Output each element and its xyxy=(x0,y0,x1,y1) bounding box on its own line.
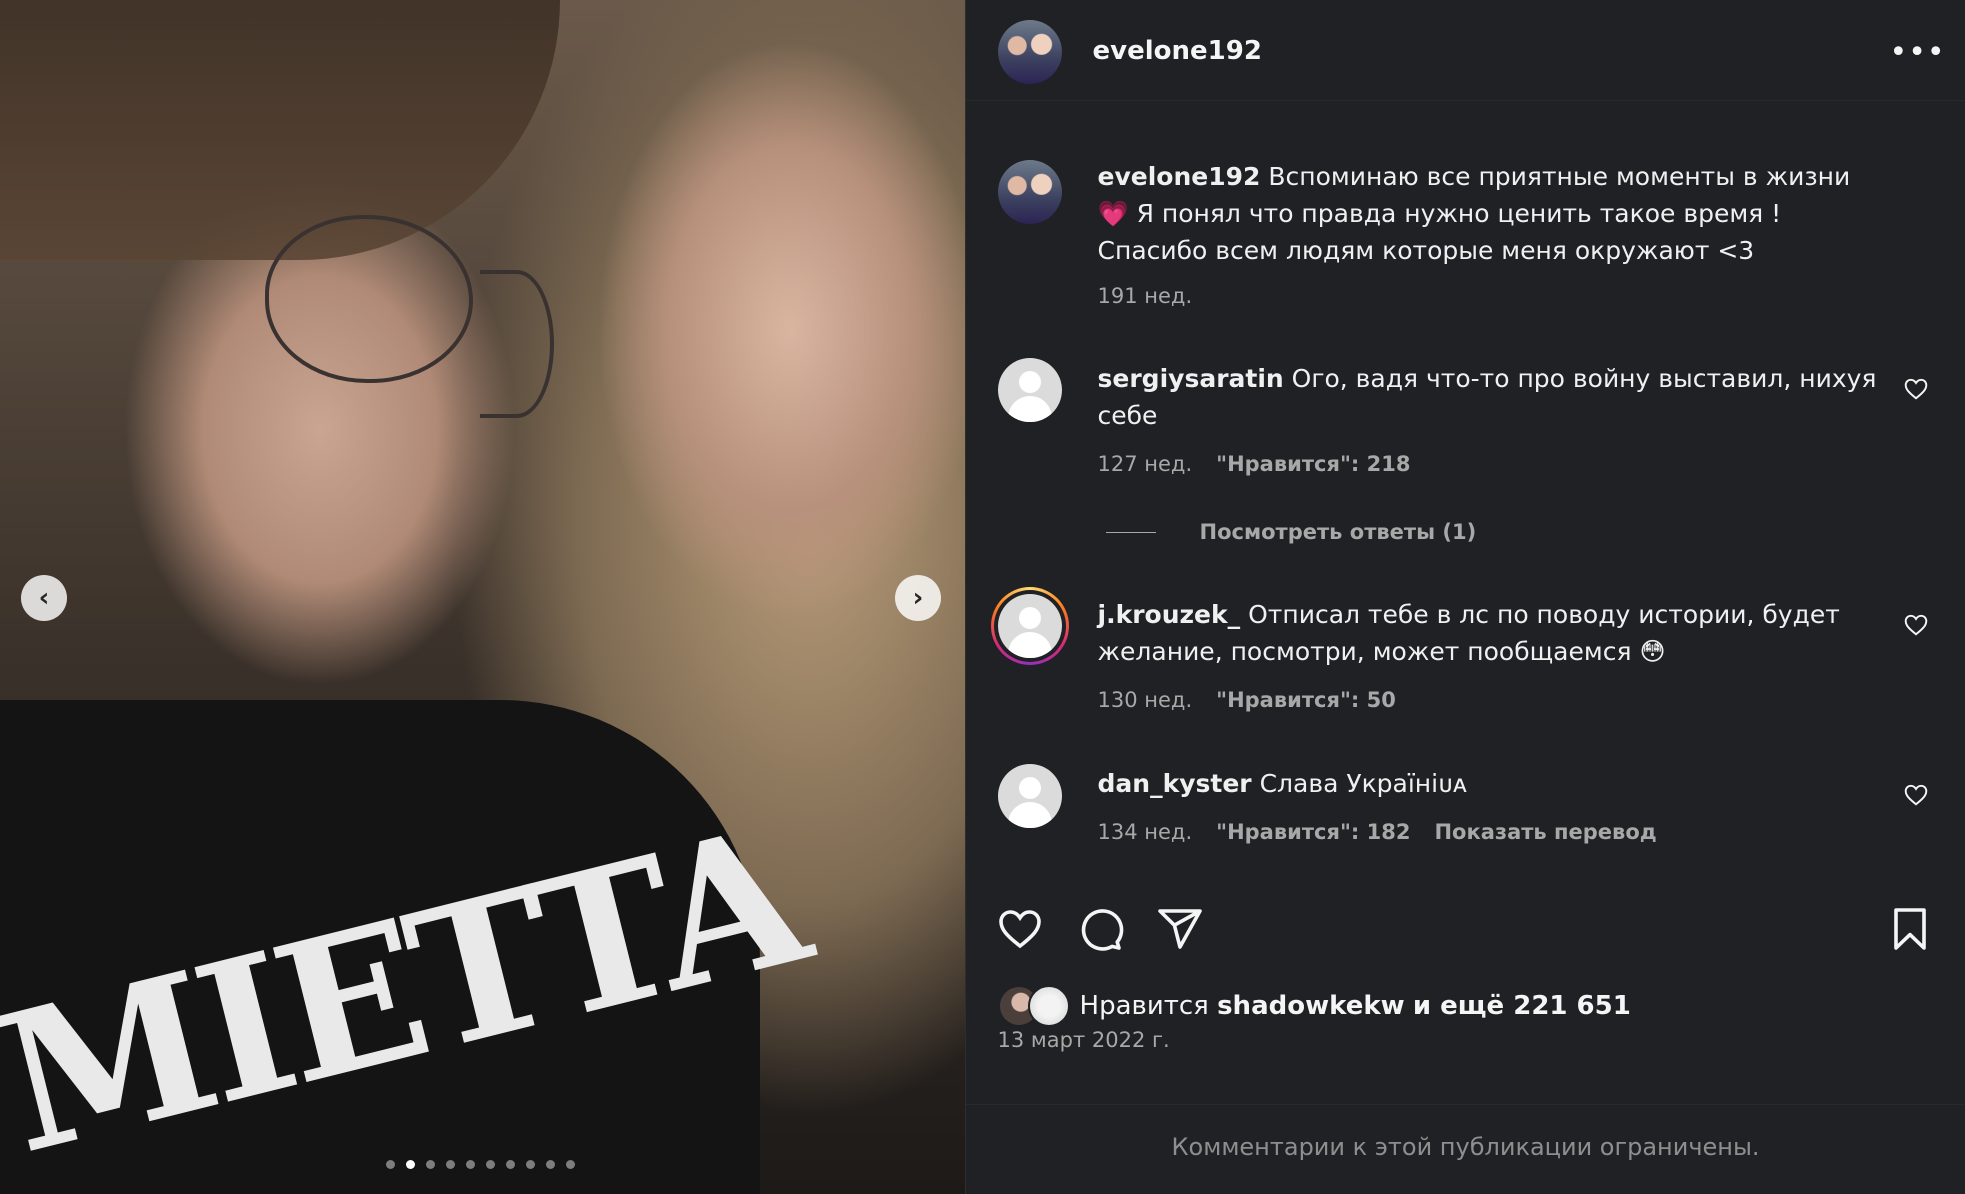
photo-glasses-right xyxy=(480,270,554,418)
view-replies-button[interactable]: Посмотреть ответы (1) xyxy=(1105,520,1477,544)
comment: sergiysaratin Ого, вадя что-то про войну… xyxy=(1098,360,1888,434)
comment-age[interactable]: 127 нед. xyxy=(1098,452,1193,476)
post-viewer: MIETTA ‹ › evelone192 ••• evelone192 Всп… xyxy=(0,0,1965,1194)
comment-age[interactable]: 130 нед. xyxy=(1098,688,1193,712)
commenter-avatar[interactable] xyxy=(997,358,1062,422)
like-heart-icon[interactable] xyxy=(996,905,1044,953)
footer-divider xyxy=(965,1104,1965,1105)
carousel-dot xyxy=(486,1160,495,1169)
comment-icon[interactable] xyxy=(1076,905,1124,953)
likes-text[interactable]: Нравится shadowkekw и ещё 221 651 xyxy=(1080,991,1631,1021)
likes-summary: Нравится shadowkekw и ещё 221 651 xyxy=(997,985,1631,1027)
caption-avatar[interactable] xyxy=(997,160,1062,224)
carousel-prev-button[interactable]: ‹ xyxy=(21,575,67,621)
carousel-dot xyxy=(446,1160,455,1169)
comment-age[interactable]: 134 нед. xyxy=(1098,820,1193,844)
photo-hair-left xyxy=(0,0,560,260)
comment-username[interactable]: dan_kyster xyxy=(1098,769,1252,798)
heart-outline-icon[interactable] xyxy=(1903,782,1929,808)
carousel-dot xyxy=(546,1160,555,1169)
comment-meta: 130 нед. "Нравится": 50 xyxy=(1098,688,1396,712)
view-replies-label: Посмотреть ответы (1) xyxy=(1199,520,1477,544)
side-panel: evelone192 ••• evelone192 Вспоминаю все … xyxy=(964,0,1965,1194)
comment-likes[interactable]: "Нравится": 50 xyxy=(1216,688,1396,712)
comment-likes[interactable]: "Нравится": 182 xyxy=(1216,820,1410,844)
comment: j.krouzek_ Отписал тебе в лс по поводу и… xyxy=(1098,596,1888,670)
comment: dan_kyster Слава Україніᴜᴀ xyxy=(1098,765,1888,802)
caption-age: 191 нед. xyxy=(1097,284,1193,308)
carousel-dot xyxy=(466,1160,475,1169)
header-divider xyxy=(965,100,1965,101)
carousel-dot xyxy=(406,1160,415,1169)
likes-count[interactable]: и ещё 221 651 xyxy=(1413,991,1631,1021)
bookmark-icon[interactable] xyxy=(1886,905,1934,953)
comment-likes[interactable]: "Нравится": 218 xyxy=(1216,452,1410,476)
comment-text: Слава Україніᴜᴀ xyxy=(1259,769,1468,798)
show-translation-button[interactable]: Показать перевод xyxy=(1434,820,1656,844)
liker-avatar[interactable] xyxy=(1027,985,1070,1027)
heart-outline-icon[interactable] xyxy=(1903,612,1929,638)
more-options-icon[interactable]: ••• xyxy=(1890,38,1946,68)
share-icon[interactable] xyxy=(1156,905,1204,953)
comment-meta: 127 нед. "Нравится": 218 xyxy=(1098,452,1411,476)
post-caption: evelone192 Вспоминаю все приятные момент… xyxy=(1098,158,1888,269)
caption-username[interactable]: evelone192 xyxy=(1098,162,1261,191)
carousel-dot xyxy=(566,1160,575,1169)
carousel-dot xyxy=(506,1160,515,1169)
comments-restricted-notice: Комментарии к этой публикации ограничены… xyxy=(1171,1133,1760,1161)
likes-prefix: Нравится xyxy=(1079,991,1209,1021)
photo-glasses xyxy=(265,215,473,383)
caption-meta: 191 нед. xyxy=(1098,284,1193,308)
carousel-dot xyxy=(426,1160,435,1169)
story-ring[interactable] xyxy=(990,587,1069,665)
post-media[interactable]: MIETTA ‹ › xyxy=(0,0,965,1194)
carousel-dot xyxy=(386,1160,395,1169)
heart-outline-icon[interactable] xyxy=(1903,376,1929,402)
chevron-left-icon: ‹ xyxy=(38,583,50,613)
post-date[interactable]: 13 март 2022 г. xyxy=(998,1028,1170,1052)
comment-meta: 134 нед. "Нравится": 182 Показать перево… xyxy=(1098,820,1657,844)
liker-username[interactable]: shadowkekw xyxy=(1217,991,1405,1021)
chevron-right-icon: › xyxy=(912,583,924,613)
commenter-avatar[interactable] xyxy=(997,594,1062,658)
replies-line xyxy=(1105,531,1156,533)
author-avatar[interactable] xyxy=(997,20,1062,84)
comment-username[interactable]: sergiysaratin xyxy=(1098,364,1284,393)
author-username[interactable]: evelone192 xyxy=(1093,36,1262,66)
carousel-indicator xyxy=(386,1160,575,1169)
carousel-dot xyxy=(526,1160,535,1169)
commenter-avatar[interactable] xyxy=(997,764,1062,828)
comment-username[interactable]: j.krouzek_ xyxy=(1098,600,1241,629)
carousel-next-button[interactable]: › xyxy=(895,575,941,621)
